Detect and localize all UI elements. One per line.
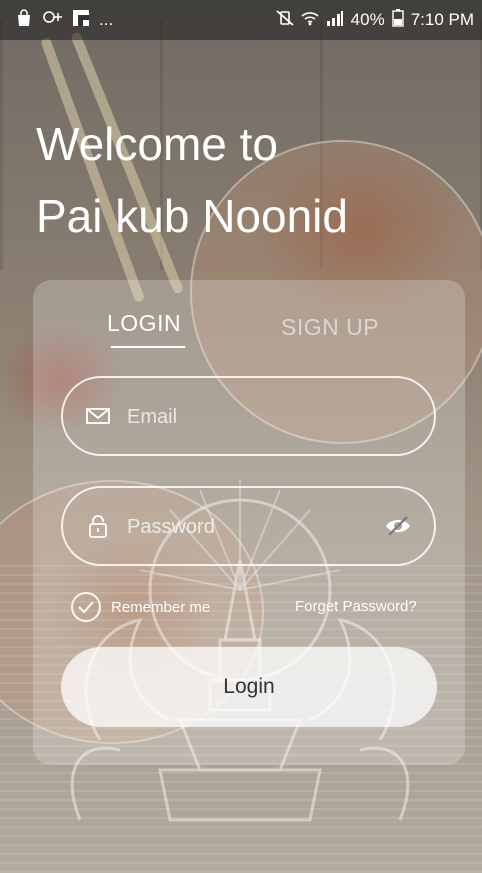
email-input[interactable] (125, 398, 399, 436)
battery-icon (391, 8, 404, 32)
bag-icon (16, 8, 32, 32)
welcome-heading: Welcome to Pai kub Noonid (36, 108, 348, 252)
flipboard-icon (72, 9, 90, 32)
active-tab-indicator (111, 346, 185, 348)
lock-icon (89, 515, 107, 538)
auth-tabs: LOGIN SIGN UP (33, 310, 465, 350)
remember-label: Remember me (111, 598, 211, 616)
signal-icon (326, 10, 344, 31)
tab-signup[interactable]: SIGN UP (281, 314, 379, 341)
more-notifications-indicator: ... (99, 10, 114, 29)
remember-checkbox[interactable] (71, 592, 101, 622)
mute-vibrate-icon (276, 9, 294, 32)
clock: 7:10 PM (410, 10, 474, 29)
tab-login[interactable]: LOGIN (107, 310, 181, 337)
email-field[interactable] (61, 376, 436, 456)
battery-percent: 40% (350, 10, 385, 29)
auth-card: LOGIN SIGN UP Remember me Forget Passwor… (33, 280, 465, 765)
welcome-line-1: Welcome to (36, 118, 279, 170)
login-button[interactable]: Login (61, 647, 437, 727)
eye-off-icon[interactable] (384, 514, 412, 538)
remember-me[interactable]: Remember me (71, 592, 210, 622)
welcome-line-2: Pai kub Noonid (36, 190, 348, 242)
chat-icon (41, 9, 63, 32)
password-input[interactable] (125, 508, 399, 546)
check-icon (78, 601, 94, 614)
password-field[interactable] (61, 486, 436, 566)
status-bar: ... 40% 7:10 PM (0, 0, 482, 40)
forgot-password-link[interactable]: Forget Password? (295, 598, 417, 615)
app-screen: ... 40% 7:10 PM Welcome to Pai kub Nooni… (0, 0, 482, 873)
wifi-icon (301, 10, 319, 31)
mail-icon (86, 408, 110, 424)
